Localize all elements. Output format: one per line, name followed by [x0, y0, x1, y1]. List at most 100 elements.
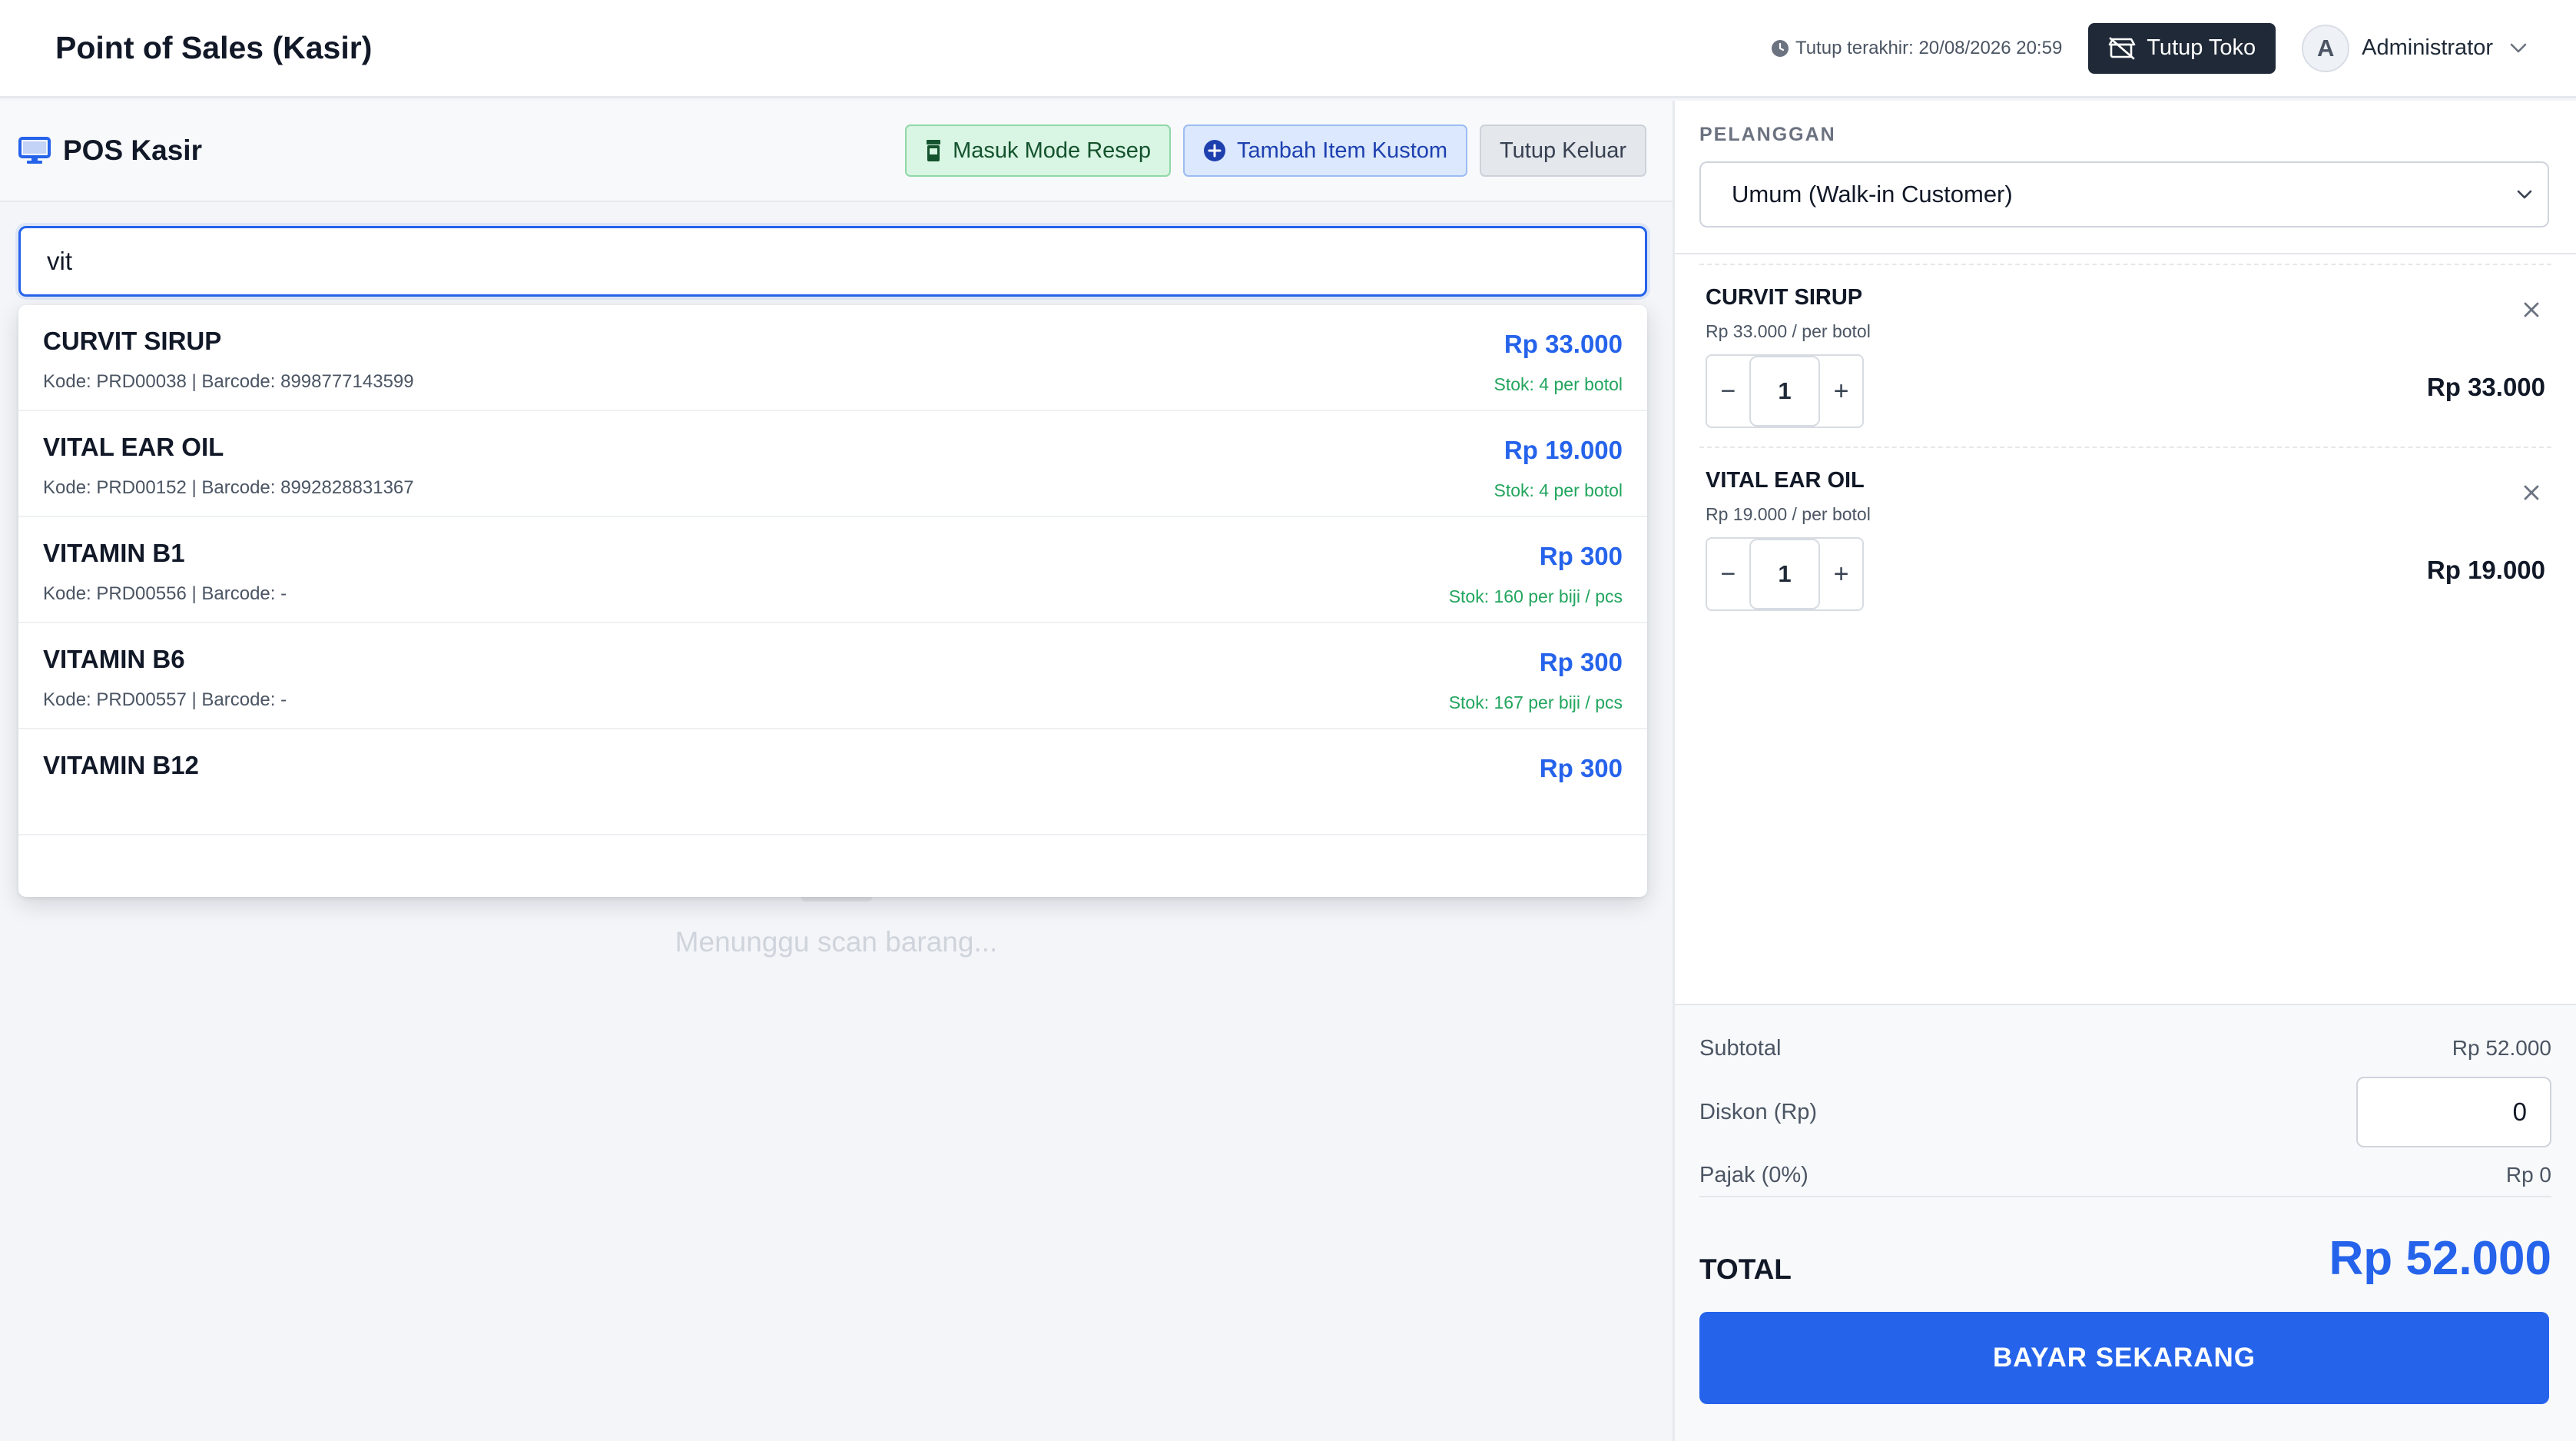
cart-item-name: VITAL EAR OIL: [1706, 468, 1865, 493]
prescription-bottle-icon: [927, 140, 941, 161]
result-name: VITAMIN B1: [43, 539, 185, 567]
qty-increase-button[interactable]: +: [1820, 539, 1862, 609]
top-bar: Point of Sales (Kasir) Tutup terakhir: 2…: [0, 0, 2576, 98]
pos-title: POS Kasir: [18, 134, 202, 167]
result-price: Rp 300: [1539, 542, 1623, 570]
remove-item-button[interactable]: [2515, 476, 2548, 510]
cart-item: CURVIT SIRUP Rp 33.000 / per botol − 1 +…: [1699, 264, 2551, 447]
remove-item-button[interactable]: [2515, 293, 2548, 327]
prescription-mode-button[interactable]: Masuk Mode Resep: [905, 125, 1172, 177]
result-price: Rp 33.000: [1503, 330, 1623, 358]
chevron-down-icon: [2517, 190, 2532, 199]
subtotal-value: Rp 52.000: [2452, 1036, 2551, 1060]
plus-circle-icon: [1204, 140, 1226, 161]
pay-now-button[interactable]: BAYAR SEKARANG: [1699, 1312, 2549, 1404]
cart-panel: PELANGGAN Umum (Walk-in Customer) CURVIT…: [1673, 101, 2576, 1441]
result-meta: Kode: PRD00556 | Barcode: -: [43, 583, 287, 604]
total-row: TOTAL Rp 52.000: [1699, 1231, 2551, 1286]
search-result-item[interactable]: CURVIT SIRUP Kode: PRD00038 | Barcode: 8…: [18, 305, 1647, 411]
cart-item-total: Rp 19.000: [2426, 556, 2545, 584]
discount-row: Diskon (Rp): [1699, 1070, 2551, 1154]
close-store-label: Tutup Toko: [2147, 35, 2256, 60]
discount-input[interactable]: [2356, 1077, 2551, 1147]
user-name: Administrator: [2362, 35, 2493, 60]
result-meta: Kode: PRD00152 | Barcode: 8992828831367: [43, 477, 414, 498]
order-summary: Subtotal Rp 52.000 Diskon (Rp) Pajak (0%…: [1675, 1004, 2576, 1441]
discount-label: Diskon (Rp): [1699, 1099, 1818, 1124]
pos-title-text: POS Kasir: [63, 134, 202, 166]
result-pricing: Rp 300 Stok: 160 per biji / pcs: [1449, 517, 1623, 622]
avatar: A: [2302, 24, 2350, 72]
cart-item-unit-price: Rp 33.000 / per botol: [1706, 321, 1871, 341]
result-name: VITAMIN B12: [43, 751, 199, 779]
result-price: Rp 19.000: [1503, 436, 1623, 464]
result-meta: Kode: PRD00557 | Barcode: -: [43, 689, 287, 710]
customer-select[interactable]: Umum (Walk-in Customer): [1699, 161, 2549, 227]
last-close-info: Tutup terakhir: 20/08/2026 20:59: [1771, 38, 2062, 59]
cart-item-total: Rp 33.000: [2426, 373, 2545, 401]
result-meta: Kode: PRD00038 | Barcode: 8998777143599: [43, 371, 414, 392]
total-label: TOTAL: [1699, 1253, 1792, 1285]
result-pricing: Rp 33.000 Stok: 4 per botol: [1494, 305, 1623, 410]
result-info: VITAMIN B6 Kode: PRD00557 | Barcode: -: [43, 623, 287, 728]
result-price: Rp 300: [1539, 754, 1623, 782]
app-title: Point of Sales (Kasir): [55, 30, 373, 65]
result-price: Rp 300: [1539, 648, 1623, 676]
qty-increase-button[interactable]: +: [1820, 356, 1862, 427]
search-result-item[interactable]: VITAMIN B1 Kode: PRD00556 | Barcode: - R…: [18, 517, 1647, 623]
close-exit-button[interactable]: Tutup Keluar: [1480, 125, 1646, 177]
tax-value: Rp 0: [2505, 1163, 2551, 1187]
cart-item: VITAL EAR OIL Rp 19.000 / per botol − 1 …: [1699, 447, 2551, 629]
tax-label: Pajak (0%): [1699, 1162, 1809, 1187]
customer-selected-value: Umum (Walk-in Customer): [1732, 181, 2013, 208]
top-bar-right: Tutup terakhir: 20/08/2026 20:59 Tutup T…: [1771, 22, 2527, 74]
pos-actions: Masuk Mode Resep Tambah Item Kustom Tutu…: [893, 125, 1646, 177]
monitor-icon: [18, 137, 51, 164]
close-icon: [2524, 302, 2539, 317]
chevron-down-icon: [2510, 43, 2527, 52]
clock-icon: [1771, 39, 1789, 57]
qty-value[interactable]: 1: [1749, 356, 1821, 427]
result-name: CURVIT SIRUP: [43, 327, 222, 355]
add-custom-item-label: Tambah Item Kustom: [1237, 138, 1448, 163]
cart-item-name: CURVIT SIRUP: [1706, 285, 1863, 310]
customer-label: PELANGGAN: [1699, 124, 1836, 145]
tax-row: Pajak (0%) Rp 0: [1699, 1154, 2551, 1197]
result-stock: Stok: 160 per biji / pcs: [1448, 586, 1623, 606]
store-closed-icon: [2108, 37, 2136, 59]
qty-value[interactable]: 1: [1749, 539, 1821, 609]
product-search-input[interactable]: [18, 226, 1647, 297]
subtotal-row: Subtotal Rp 52.000: [1699, 1027, 2551, 1070]
customer-section: PELANGGAN Umum (Walk-in Customer): [1675, 101, 2576, 254]
result-stock: Stok: 167 per biji / pcs: [1448, 692, 1623, 712]
result-pricing: Rp 300: [1540, 729, 1623, 834]
quantity-stepper: − 1 +: [1706, 537, 1864, 611]
search-result-item[interactable]: VITAMIN B6 Kode: PRD00557 | Barcode: - R…: [18, 623, 1647, 729]
result-info: CURVIT SIRUP Kode: PRD00038 | Barcode: 8…: [43, 305, 414, 410]
qty-decrease-button[interactable]: −: [1707, 539, 1749, 609]
add-custom-item-button[interactable]: Tambah Item Kustom: [1183, 125, 1468, 177]
cart-list: CURVIT SIRUP Rp 33.000 / per botol − 1 +…: [1675, 254, 2576, 629]
search-result-item[interactable]: VITAL EAR OIL Kode: PRD00152 | Barcode: …: [18, 411, 1647, 517]
pos-header: POS Kasir Masuk Mode Resep Tambah Item K…: [0, 101, 1673, 202]
user-menu[interactable]: A Administrator: [2302, 24, 2527, 72]
empty-state-text: Menunggu scan barang...: [675, 926, 998, 958]
result-name: VITAMIN B6: [43, 645, 185, 673]
close-icon: [2524, 485, 2539, 500]
total-value: Rp 52.000: [2329, 1232, 2551, 1285]
qty-decrease-button[interactable]: −: [1707, 356, 1749, 427]
result-pricing: Rp 19.000 Stok: 4 per botol: [1494, 411, 1623, 516]
search-result-item[interactable]: VITAMIN B12 Rp 300: [18, 729, 1647, 835]
result-stock: Stok: 4 per botol: [1494, 480, 1623, 500]
cart-item-unit-price: Rp 19.000 / per botol: [1706, 504, 1871, 524]
result-info: VITAMIN B12: [43, 729, 199, 834]
quantity-stepper: − 1 +: [1706, 354, 1864, 428]
close-store-button[interactable]: Tutup Toko: [2088, 22, 2276, 74]
last-close-text: Tutup terakhir: 20/08/2026 20:59: [1795, 37, 2063, 58]
result-info: VITAL EAR OIL Kode: PRD00152 | Barcode: …: [43, 411, 414, 516]
pos-panel: POS Kasir Masuk Mode Resep Tambah Item K…: [0, 101, 1673, 1441]
result-pricing: Rp 300 Stok: 167 per biji / pcs: [1449, 623, 1623, 728]
close-exit-label: Tutup Keluar: [1500, 138, 1626, 163]
search-results-dropdown: CURVIT SIRUP Kode: PRD00038 | Barcode: 8…: [18, 305, 1647, 897]
result-info: VITAMIN B1 Kode: PRD00556 | Barcode: -: [43, 517, 287, 622]
